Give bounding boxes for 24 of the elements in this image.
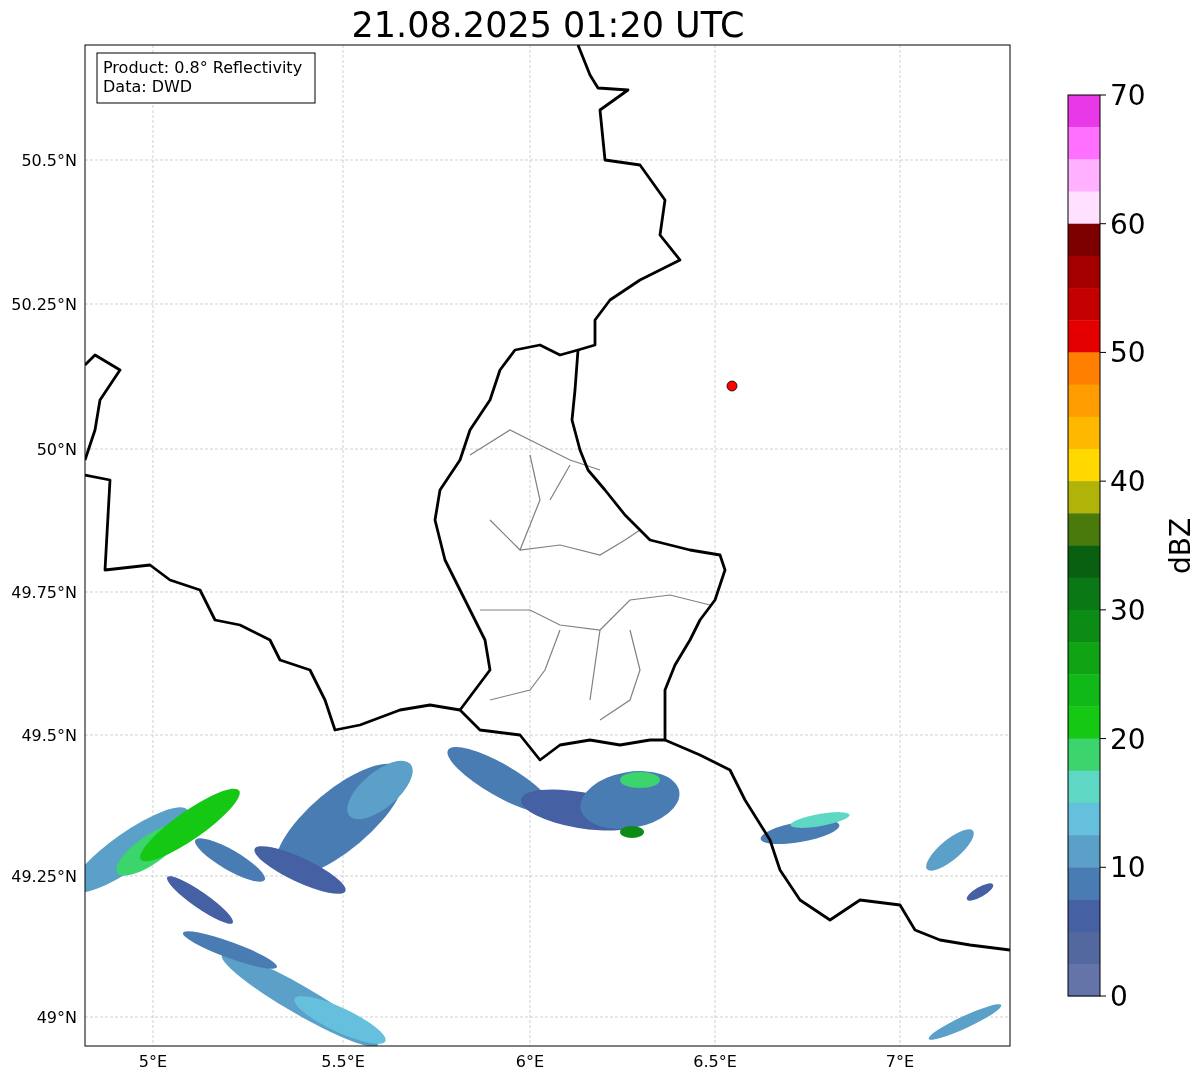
axis-tick-label: 50°N: [36, 440, 77, 459]
colorbar-tick-label: 40: [1110, 465, 1146, 499]
colorbar-tick-label: 10: [1110, 851, 1146, 885]
info-text: Product: 0.8° Reflectivity: [103, 58, 303, 77]
axis-tick-label: 49.75°N: [11, 583, 77, 602]
axis-tick-label: 6.5°E: [693, 1052, 737, 1071]
axis-tick-label: 49.25°N: [11, 867, 77, 886]
chart-title: 21.08.2025 01:20 UTC: [351, 5, 745, 45]
axis-tick-label: 6°E: [515, 1052, 545, 1071]
info-text: Data: DWD: [103, 77, 193, 96]
axis-tick-label: 50.25°N: [11, 295, 77, 314]
axis-tick-label: 7°E: [885, 1052, 915, 1071]
colorbar-tick-label: 50: [1110, 336, 1146, 370]
colorbar-tick-label: 30: [1110, 593, 1146, 627]
colorbar-tick-label: 0: [1110, 980, 1128, 1013]
axis-tick-label: 49°N: [36, 1008, 77, 1027]
axis-tick-label: 5°E: [138, 1052, 168, 1071]
axis-tick-label: 50.5°N: [21, 151, 77, 170]
colorbar-tick-label: 70: [1110, 79, 1146, 112]
axis-tick-label: 49.5°N: [21, 726, 77, 745]
axis-tick-label: 5.5°E: [321, 1052, 365, 1071]
colorbar-tick-label: 20: [1110, 722, 1146, 756]
colorbar-label: dBZ: [1164, 517, 1197, 575]
colorbar-tick-label: 60: [1110, 207, 1146, 241]
